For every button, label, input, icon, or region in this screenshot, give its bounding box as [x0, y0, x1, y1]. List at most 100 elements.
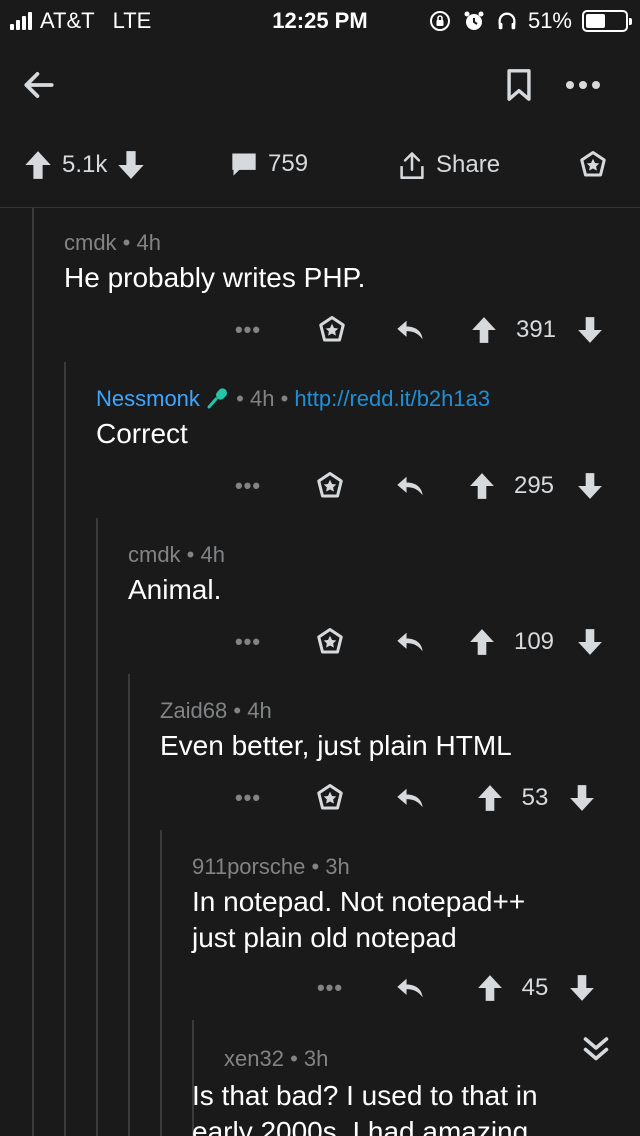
- upvote-button[interactable]: [474, 778, 506, 818]
- comment-score: 53: [521, 784, 549, 811]
- upvote-button[interactable]: [474, 968, 506, 1008]
- comment-age: 3h: [325, 854, 350, 879]
- comment-author[interactable]: 911porsche: [192, 854, 305, 879]
- downvote-button[interactable]: [574, 622, 606, 662]
- comment-actions: ••• 295: [0, 466, 640, 506]
- upvote-icon[interactable]: [24, 150, 52, 180]
- downvote-button[interactable]: [574, 310, 606, 350]
- comments-button[interactable]: 759: [230, 150, 308, 178]
- comment-score: 109: [513, 628, 555, 655]
- share-icon: [400, 152, 424, 179]
- post-action-bar: 5.1k 759 Share: [0, 130, 640, 208]
- share-button[interactable]: Share: [398, 150, 500, 180]
- comment-meta: Zaid68 • 4h: [160, 698, 272, 723]
- reply-icon: [397, 978, 423, 998]
- status-bar: AT&T LTE 12:25 PM 51%: [0, 0, 640, 40]
- reply-button[interactable]: [390, 778, 430, 818]
- reply-button[interactable]: [390, 310, 430, 350]
- more-options-button[interactable]: [558, 60, 608, 110]
- reply-button[interactable]: [390, 968, 430, 1008]
- reply-icon: [397, 320, 423, 340]
- comment-score: 391: [515, 316, 557, 343]
- status-right: 51%: [428, 8, 632, 34]
- downvote-icon: [570, 975, 594, 1001]
- comment-meta: cmdk • 4h: [128, 542, 225, 567]
- comment-body-line: just plain old notepad: [192, 922, 457, 953]
- headphones-icon: [498, 12, 516, 30]
- alarm-icon: [464, 11, 484, 30]
- back-button[interactable]: [14, 60, 64, 110]
- award-button[interactable]: [310, 778, 350, 818]
- arrow-left-icon: [24, 72, 54, 98]
- comment-author[interactable]: Nessmonk: [96, 386, 200, 411]
- battery-fill: [586, 14, 606, 28]
- award-icon: [317, 784, 343, 810]
- post-vote-group: 5.1k: [24, 150, 145, 180]
- award-button[interactable]: [578, 150, 608, 180]
- save-button[interactable]: [494, 60, 544, 110]
- award-button[interactable]: [310, 622, 350, 662]
- bookmark-icon: [507, 69, 531, 101]
- comment-meta: Nessmonk • 4h • http://redd.it/b2h1a3: [96, 386, 491, 411]
- comment-score: 295: [513, 472, 555, 499]
- comment-link[interactable]: http://redd.it/b2h1a3: [294, 386, 490, 411]
- award-button[interactable]: [312, 310, 352, 350]
- post-header: [0, 50, 640, 120]
- jump-next-comment-button[interactable]: [578, 1030, 614, 1066]
- downvote-button[interactable]: [566, 968, 598, 1008]
- upvote-button[interactable]: [466, 622, 498, 662]
- comment-icon: [232, 153, 256, 176]
- comment-age: 4h: [200, 542, 225, 567]
- double-chevron-down-icon: [583, 1037, 609, 1061]
- thread-line-depth-3[interactable]: [96, 518, 98, 1136]
- comment-author[interactable]: Zaid68: [160, 698, 227, 723]
- downvote-icon: [578, 317, 602, 343]
- thread-line-depth-4[interactable]: [128, 674, 130, 1136]
- comment-meta: 911porsche • 3h: [192, 854, 350, 879]
- comment-more-button[interactable]: •••: [228, 310, 268, 350]
- upvote-icon: [478, 975, 502, 1001]
- comment-more-button[interactable]: •••: [228, 622, 268, 662]
- comment-age: 4h: [249, 386, 275, 411]
- comment-author[interactable]: xen32: [224, 1046, 284, 1071]
- award-button[interactable]: [310, 466, 350, 506]
- downvote-button[interactable]: [574, 466, 606, 506]
- comment-age: 4h: [247, 698, 272, 723]
- comment-meta: xen32 • 3h: [224, 1046, 329, 1071]
- reply-button[interactable]: [390, 622, 430, 662]
- comment-body: Correct: [96, 418, 188, 449]
- upvote-button[interactable]: [466, 466, 498, 506]
- award-icon: [580, 151, 606, 177]
- comment-author[interactable]: cmdk: [128, 542, 181, 567]
- upvote-button[interactable]: [468, 310, 500, 350]
- downvote-icon: [578, 473, 602, 499]
- comment-age: 4h: [136, 230, 161, 255]
- comment-more-button[interactable]: •••: [310, 968, 350, 1008]
- reply-button[interactable]: [390, 466, 430, 506]
- comment-count: 759: [268, 150, 309, 177]
- battery-percent: 51%: [527, 8, 572, 33]
- comment-body: Animal.: [128, 574, 222, 605]
- comment-author[interactable]: cmdk: [64, 230, 117, 255]
- downvote-icon: [578, 629, 602, 655]
- comment-actions: ••• 45: [0, 968, 640, 1008]
- upvote-icon: [478, 785, 502, 811]
- reply-icon: [397, 476, 423, 496]
- comment-score: 45: [521, 974, 549, 1001]
- comment-more-button[interactable]: •••: [228, 466, 268, 506]
- comment-meta: cmdk • 4h: [64, 230, 161, 255]
- comment-body: He probably writes PHP.: [64, 262, 366, 293]
- reply-icon: [397, 788, 423, 808]
- comment-body-line: early 2000s. I had amazing: [192, 1116, 529, 1136]
- comment-body-line: In notepad. Not notepad++: [192, 886, 526, 917]
- comment-more-button[interactable]: •••: [228, 778, 268, 818]
- upvote-icon: [472, 317, 496, 343]
- downvote-button[interactable]: [566, 778, 598, 818]
- comment-actions: ••• 53: [0, 778, 640, 818]
- downvote-icon[interactable]: [117, 150, 145, 180]
- comment-actions: ••• 109: [0, 622, 640, 662]
- downvote-icon: [570, 785, 594, 811]
- share-label: Share: [436, 151, 501, 178]
- comment-body-line: Is that bad? I used to that in: [192, 1080, 538, 1111]
- orientation-lock-icon: [429, 11, 450, 31]
